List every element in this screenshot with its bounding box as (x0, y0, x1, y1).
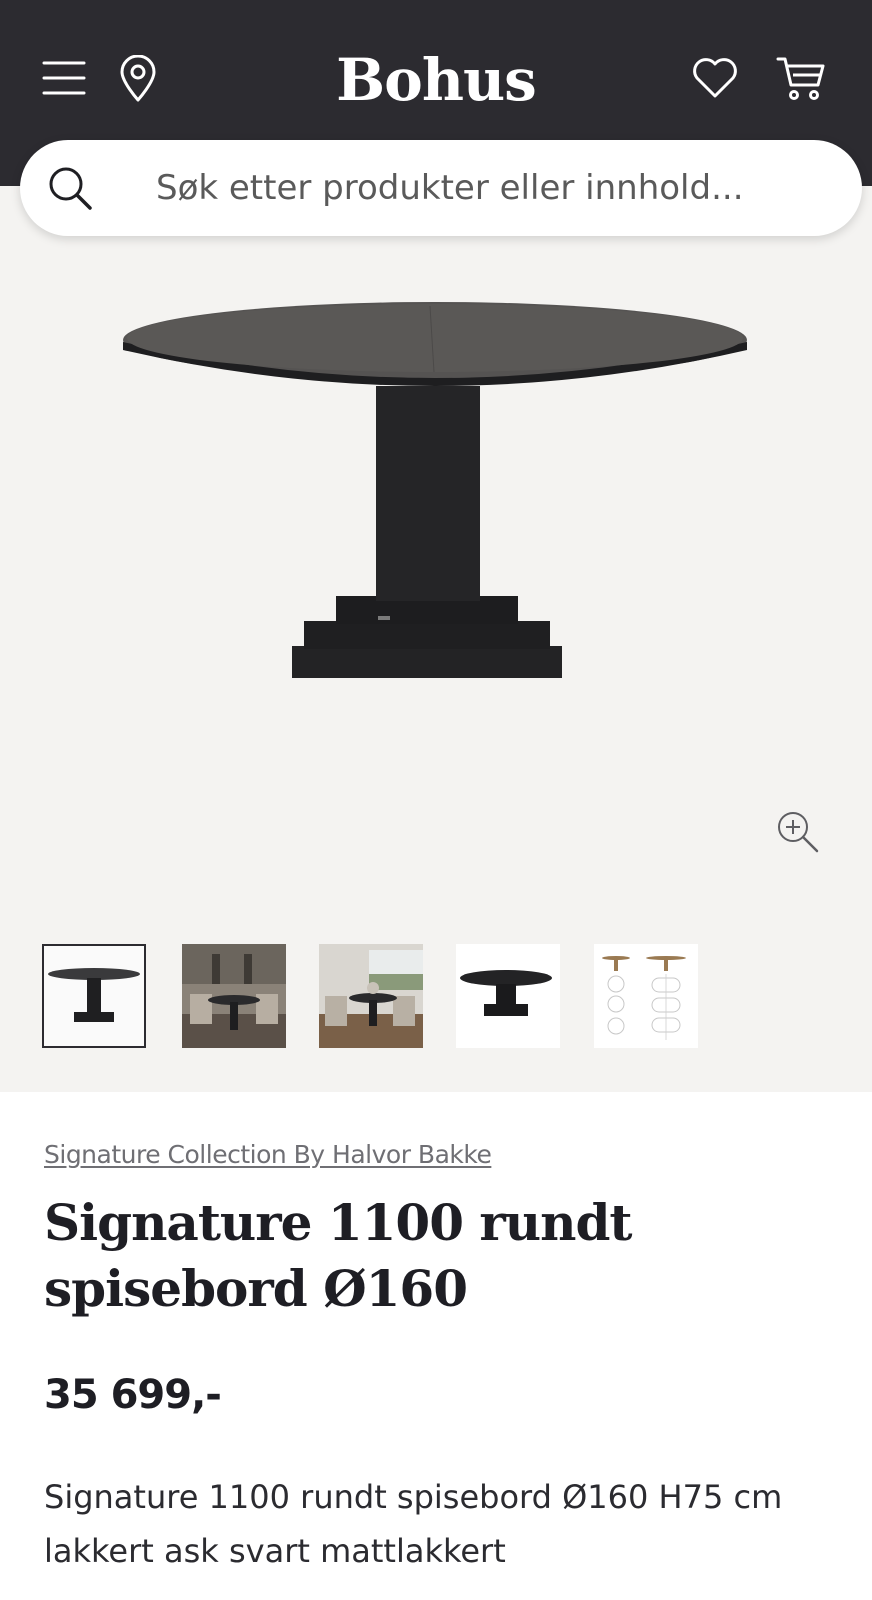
product-title: Signature 1100 rundt spisebord Ø160 (44, 1193, 633, 1318)
thumbnail-3[interactable] (319, 944, 423, 1048)
heart-icon[interactable] (690, 54, 740, 102)
brand-link[interactable]: Signature Collection By Halvor Bakke (44, 1140, 492, 1169)
product-description: Signature 1100 rundt spisebord Ø160 H75 … (44, 1478, 783, 1570)
zoom-in-icon[interactable] (776, 810, 820, 854)
product-main-image[interactable] (110, 296, 760, 716)
thumbnail-1[interactable] (42, 944, 146, 1048)
logo[interactable]: Bohus (300, 40, 572, 120)
product-price: 35 699,- (44, 1372, 222, 1418)
location-icon[interactable] (114, 52, 162, 106)
thumbnail-4[interactable] (456, 944, 560, 1048)
search-icon[interactable] (46, 164, 94, 212)
product-gallery (0, 186, 872, 1092)
search-input[interactable] (156, 158, 826, 218)
thumbnail-2[interactable] (182, 944, 286, 1048)
search-bar (20, 140, 862, 236)
thumbnail-5[interactable] (594, 944, 698, 1048)
cart-icon[interactable] (774, 52, 828, 104)
menu-icon[interactable] (38, 54, 90, 102)
